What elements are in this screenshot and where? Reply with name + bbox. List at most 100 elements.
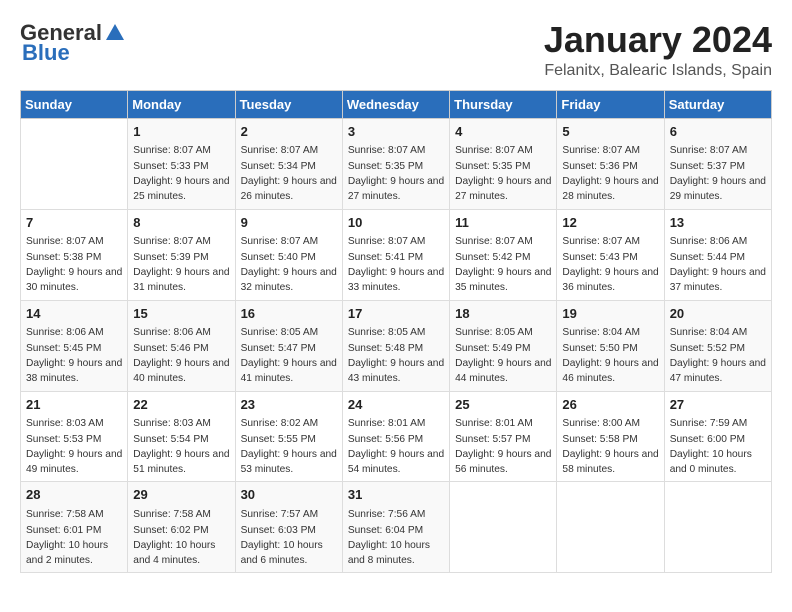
page-header: General Blue January 2024 Felanitx, Bale… xyxy=(20,20,772,80)
day-number: 21 xyxy=(26,396,122,415)
cell-sunrise: Sunrise: 7:56 AM xyxy=(348,509,426,520)
cell-daylight: Daylight: 9 hours and 32 minutes. xyxy=(241,267,337,293)
calendar-cell: 1 Sunrise: 8:07 AM Sunset: 5:33 PM Dayli… xyxy=(128,118,235,209)
day-number: 26 xyxy=(562,396,658,415)
calendar-cell xyxy=(557,482,664,573)
cell-sunrise: Sunrise: 8:03 AM xyxy=(133,418,211,429)
cell-sunrise: Sunrise: 8:02 AM xyxy=(241,418,319,429)
logo: General Blue xyxy=(20,20,126,66)
cell-sunset: Sunset: 5:47 PM xyxy=(241,343,316,354)
cell-sunset: Sunset: 6:01 PM xyxy=(26,525,101,536)
cell-daylight: Daylight: 9 hours and 53 minutes. xyxy=(241,449,337,475)
cell-sunrise: Sunrise: 8:06 AM xyxy=(133,327,211,338)
cell-sunset: Sunset: 5:42 PM xyxy=(455,252,530,263)
calendar-week-row: 14 Sunrise: 8:06 AM Sunset: 5:45 PM Dayl… xyxy=(21,300,772,391)
calendar-cell: 3 Sunrise: 8:07 AM Sunset: 5:35 PM Dayli… xyxy=(342,118,449,209)
day-number: 18 xyxy=(455,305,551,324)
cell-daylight: Daylight: 9 hours and 33 minutes. xyxy=(348,267,444,293)
cell-sunrise: Sunrise: 8:07 AM xyxy=(348,236,426,247)
day-number: 16 xyxy=(241,305,337,324)
cell-sunrise: Sunrise: 8:06 AM xyxy=(26,327,104,338)
day-number: 17 xyxy=(348,305,444,324)
calendar-week-row: 7 Sunrise: 8:07 AM Sunset: 5:38 PM Dayli… xyxy=(21,209,772,300)
cell-daylight: Daylight: 9 hours and 54 minutes. xyxy=(348,449,444,475)
weekday-header-friday: Friday xyxy=(557,90,664,118)
cell-sunrise: Sunrise: 8:00 AM xyxy=(562,418,640,429)
calendar-cell: 12 Sunrise: 8:07 AM Sunset: 5:43 PM Dayl… xyxy=(557,209,664,300)
cell-daylight: Daylight: 10 hours and 8 minutes. xyxy=(348,540,430,566)
cell-sunset: Sunset: 5:53 PM xyxy=(26,434,101,445)
cell-sunset: Sunset: 5:35 PM xyxy=(348,161,423,172)
cell-daylight: Daylight: 9 hours and 49 minutes. xyxy=(26,449,122,475)
day-number: 5 xyxy=(562,123,658,142)
cell-sunrise: Sunrise: 8:06 AM xyxy=(670,236,748,247)
calendar-cell: 26 Sunrise: 8:00 AM Sunset: 5:58 PM Dayl… xyxy=(557,391,664,482)
day-number: 30 xyxy=(241,486,337,505)
calendar-cell: 5 Sunrise: 8:07 AM Sunset: 5:36 PM Dayli… xyxy=(557,118,664,209)
day-number: 4 xyxy=(455,123,551,142)
weekday-header-row: SundayMondayTuesdayWednesdayThursdayFrid… xyxy=(21,90,772,118)
calendar-cell: 18 Sunrise: 8:05 AM Sunset: 5:49 PM Dayl… xyxy=(450,300,557,391)
calendar-cell: 4 Sunrise: 8:07 AM Sunset: 5:35 PM Dayli… xyxy=(450,118,557,209)
cell-sunset: Sunset: 5:54 PM xyxy=(133,434,208,445)
weekday-header-monday: Monday xyxy=(128,90,235,118)
calendar-week-row: 28 Sunrise: 7:58 AM Sunset: 6:01 PM Dayl… xyxy=(21,482,772,573)
cell-daylight: Daylight: 10 hours and 0 minutes. xyxy=(670,449,752,475)
calendar-cell: 19 Sunrise: 8:04 AM Sunset: 5:50 PM Dayl… xyxy=(557,300,664,391)
day-number: 12 xyxy=(562,214,658,233)
calendar-cell xyxy=(21,118,128,209)
cell-sunset: Sunset: 5:58 PM xyxy=(562,434,637,445)
calendar-cell: 24 Sunrise: 8:01 AM Sunset: 5:56 PM Dayl… xyxy=(342,391,449,482)
cell-daylight: Daylight: 9 hours and 30 minutes. xyxy=(26,267,122,293)
calendar-cell: 14 Sunrise: 8:06 AM Sunset: 5:45 PM Dayl… xyxy=(21,300,128,391)
cell-daylight: Daylight: 9 hours and 47 minutes. xyxy=(670,358,766,384)
weekday-header-wednesday: Wednesday xyxy=(342,90,449,118)
cell-sunset: Sunset: 5:40 PM xyxy=(241,252,316,263)
cell-sunrise: Sunrise: 8:07 AM xyxy=(348,145,426,156)
calendar-cell: 20 Sunrise: 8:04 AM Sunset: 5:52 PM Dayl… xyxy=(664,300,771,391)
cell-sunrise: Sunrise: 8:05 AM xyxy=(455,327,533,338)
day-number: 2 xyxy=(241,123,337,142)
cell-daylight: Daylight: 9 hours and 27 minutes. xyxy=(455,176,551,202)
logo-blue-text: Blue xyxy=(22,40,70,66)
day-number: 15 xyxy=(133,305,229,324)
cell-sunrise: Sunrise: 8:05 AM xyxy=(348,327,426,338)
cell-sunset: Sunset: 5:38 PM xyxy=(26,252,101,263)
cell-sunset: Sunset: 6:04 PM xyxy=(348,525,423,536)
cell-daylight: Daylight: 9 hours and 38 minutes. xyxy=(26,358,122,384)
calendar-cell: 15 Sunrise: 8:06 AM Sunset: 5:46 PM Dayl… xyxy=(128,300,235,391)
cell-daylight: Daylight: 9 hours and 29 minutes. xyxy=(670,176,766,202)
cell-sunset: Sunset: 5:50 PM xyxy=(562,343,637,354)
cell-sunrise: Sunrise: 7:59 AM xyxy=(670,418,748,429)
cell-sunset: Sunset: 5:43 PM xyxy=(562,252,637,263)
cell-daylight: Daylight: 9 hours and 41 minutes. xyxy=(241,358,337,384)
cell-sunrise: Sunrise: 8:07 AM xyxy=(26,236,104,247)
location-subtitle: Felanitx, Balearic Islands, Spain xyxy=(544,62,772,80)
cell-sunrise: Sunrise: 7:58 AM xyxy=(26,509,104,520)
cell-daylight: Daylight: 9 hours and 37 minutes. xyxy=(670,267,766,293)
cell-sunset: Sunset: 5:56 PM xyxy=(348,434,423,445)
day-number: 7 xyxy=(26,214,122,233)
calendar-cell: 31 Sunrise: 7:56 AM Sunset: 6:04 PM Dayl… xyxy=(342,482,449,573)
month-title: January 2024 xyxy=(544,20,772,60)
cell-sunset: Sunset: 5:45 PM xyxy=(26,343,101,354)
calendar-cell: 27 Sunrise: 7:59 AM Sunset: 6:00 PM Dayl… xyxy=(664,391,771,482)
cell-sunrise: Sunrise: 8:07 AM xyxy=(562,145,640,156)
weekday-header-sunday: Sunday xyxy=(21,90,128,118)
cell-sunset: Sunset: 5:57 PM xyxy=(455,434,530,445)
cell-sunrise: Sunrise: 8:07 AM xyxy=(670,145,748,156)
cell-daylight: Daylight: 9 hours and 35 minutes. xyxy=(455,267,551,293)
cell-sunrise: Sunrise: 8:07 AM xyxy=(133,145,211,156)
cell-daylight: Daylight: 9 hours and 28 minutes. xyxy=(562,176,658,202)
calendar-cell: 8 Sunrise: 8:07 AM Sunset: 5:39 PM Dayli… xyxy=(128,209,235,300)
cell-daylight: Daylight: 9 hours and 51 minutes. xyxy=(133,449,229,475)
calendar-cell: 13 Sunrise: 8:06 AM Sunset: 5:44 PM Dayl… xyxy=(664,209,771,300)
day-number: 29 xyxy=(133,486,229,505)
cell-sunrise: Sunrise: 8:07 AM xyxy=(241,236,319,247)
cell-sunrise: Sunrise: 8:01 AM xyxy=(348,418,426,429)
cell-sunset: Sunset: 5:49 PM xyxy=(455,343,530,354)
cell-sunset: Sunset: 5:37 PM xyxy=(670,161,745,172)
calendar-table: SundayMondayTuesdayWednesdayThursdayFrid… xyxy=(20,90,772,574)
calendar-cell: 23 Sunrise: 8:02 AM Sunset: 5:55 PM Dayl… xyxy=(235,391,342,482)
day-number: 31 xyxy=(348,486,444,505)
